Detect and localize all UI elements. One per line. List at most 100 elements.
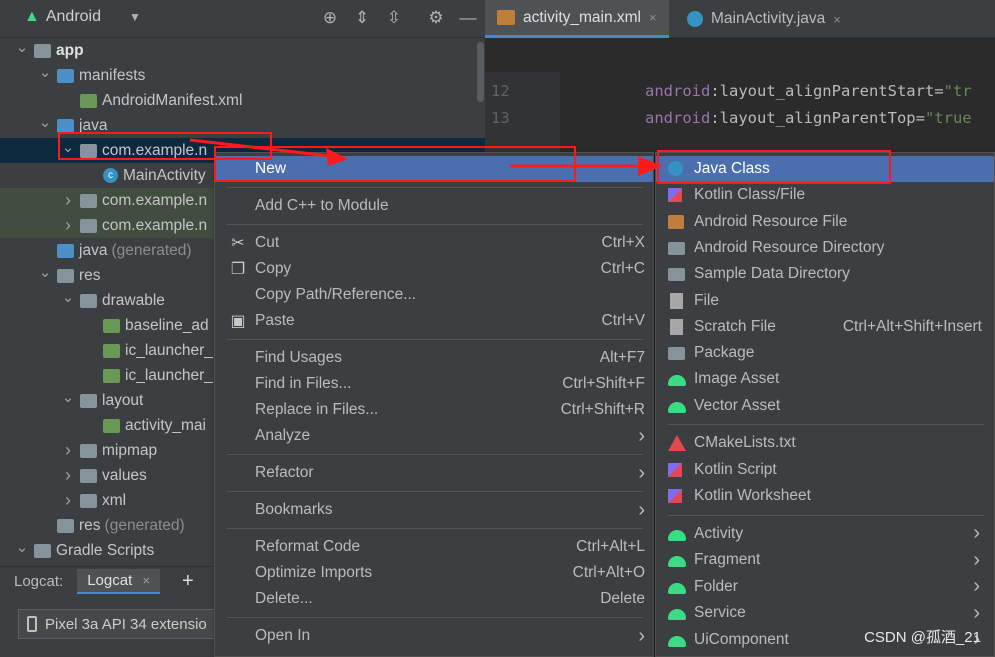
package-icon — [80, 218, 97, 233]
android-icon — [668, 582, 686, 594]
menu-item-add-c-to-module[interactable]: Add C++ to Module — [215, 193, 653, 219]
submenu-item-android-resource-file[interactable]: Android Resource File — [656, 209, 994, 235]
close-icon[interactable]: × — [649, 10, 657, 25]
menu-item-label: Optimize Imports — [255, 564, 373, 581]
submenu-item-activity[interactable]: Activity › — [656, 521, 994, 547]
menu-separator — [227, 491, 643, 492]
submenu-item-kotlin-worksheet[interactable]: Kotlin Worksheet — [656, 483, 994, 509]
chevron-down-icon[interactable]: ▼ — [129, 10, 141, 24]
folder-icon — [80, 493, 97, 508]
close-icon[interactable]: × — [833, 12, 841, 27]
menu-item-find-in-files[interactable]: Find in Files... Ctrl+Shift+F — [215, 371, 653, 397]
gear-icon[interactable]: ⚙ — [426, 8, 446, 28]
menu-item-find-usages[interactable]: Find Usages Alt+F7 — [215, 345, 653, 371]
tree-item[interactable]: ⌄ app — [0, 38, 485, 63]
submenu-item-android-resource-directory[interactable]: Android Resource Directory — [656, 235, 994, 261]
chevron-down-icon[interactable]: ⌄ — [14, 538, 30, 556]
crosshair-icon[interactable]: ⊕ — [320, 8, 340, 28]
device-select[interactable]: Pixel 3a API 34 extensio — [18, 609, 228, 639]
submenu-item-label: Vector Asset — [694, 396, 781, 414]
menu-item-label: Bookmarks — [255, 501, 333, 518]
submenu-item-vector-asset[interactable]: Vector Asset — [656, 393, 994, 419]
menu-item-open-in[interactable]: Open In › — [215, 623, 653, 649]
menu-item-copy-path-reference[interactable]: Copy Path/Reference... — [215, 282, 653, 308]
collapse-icon[interactable]: ⇳ — [384, 8, 404, 28]
menu-separator — [227, 224, 643, 225]
tree-item-label: Gradle Scripts — [56, 541, 155, 559]
kotlin-icon — [668, 188, 682, 203]
submenu-item-label: UiComponent — [694, 630, 789, 648]
project-view-selector[interactable]: ▲ Android ▼ — [24, 8, 141, 26]
expand-icon[interactable]: ⇕ — [352, 8, 372, 28]
annotation-box-new — [214, 146, 576, 182]
code-line[interactable]: 12 android:layout_alignParentStart="tr — [485, 82, 995, 109]
tree-item-suffix: (generated) — [104, 516, 185, 534]
menu-item-refactor[interactable]: Refactor › — [215, 460, 653, 486]
menu-item-paste[interactable]: ▣ Paste Ctrl+V — [215, 308, 653, 334]
submenu-item-kotlin-class-file[interactable]: Kotlin Class/File — [656, 182, 994, 208]
submenu-item-kotlin-script[interactable]: Kotlin Script — [656, 457, 994, 483]
chevron-down-icon[interactable]: ⌄ — [60, 388, 76, 406]
submenu-item-image-asset[interactable]: Image Asset — [656, 366, 994, 392]
android-icon — [668, 556, 686, 567]
submenu-item-label: Kotlin Class/File — [694, 186, 806, 204]
chevron-down-icon[interactable]: ⌄ — [60, 288, 76, 306]
folder-icon — [80, 393, 97, 408]
chevron-right-icon[interactable]: › — [60, 215, 76, 236]
chevron-down-icon[interactable]: ⌄ — [37, 113, 53, 131]
tree-item-label: manifests — [79, 66, 146, 84]
menu-item-bookmarks[interactable]: Bookmarks › — [215, 497, 653, 523]
menu-item-delete[interactable]: Delete... Delete — [215, 586, 653, 612]
add-tab-button[interactable]: + — [182, 570, 194, 593]
submenu-item-file[interactable]: File — [656, 288, 994, 314]
minimize-icon[interactable]: — — [458, 8, 478, 28]
submenu-item-shortcut: Ctrl+Alt+Shift+Insert — [842, 317, 982, 335]
tab-activity-main-xml[interactable]: activity_main.xml × — [485, 0, 669, 38]
chevron-right-icon[interactable]: › — [60, 190, 76, 211]
submenu-item-service[interactable]: Service › — [656, 600, 994, 626]
menu-item-replace-in-files[interactable]: Replace in Files... Ctrl+Shift+R — [215, 397, 653, 423]
submenu-item-scratch-file[interactable]: Scratch File Ctrl+Alt+Shift+Insert — [656, 314, 994, 340]
chevron-right-icon[interactable]: › — [60, 440, 76, 461]
chevron-down-icon[interactable]: ⌄ — [37, 63, 53, 81]
file-icon — [670, 292, 683, 309]
chevron-right-icon[interactable]: › — [60, 465, 76, 486]
attr-value: "tr — [943, 82, 972, 100]
menu-separator — [227, 454, 643, 455]
submenu-item-label: File — [694, 291, 719, 309]
tree-item-suffix: (generated) — [111, 241, 192, 259]
code-line[interactable]: 13 android:layout_alignParentTop="true — [485, 109, 995, 136]
copy-icon: ❐ — [230, 261, 246, 278]
menu-item-cut[interactable]: ✂ Cut Ctrl+X — [215, 230, 653, 256]
submenu-item-label: Kotlin Worksheet — [694, 487, 811, 504]
submenu-item-folder[interactable]: Folder › — [656, 574, 994, 600]
package-icon — [80, 193, 97, 208]
tree-item-label: activity_mai — [125, 416, 206, 434]
submenu-item-cmakelists-txt[interactable]: CMakeLists.txt — [656, 430, 994, 456]
watermark: CSDN @孤酒_21 — [864, 629, 981, 646]
logcat-tab[interactable]: Logcat × — [77, 569, 161, 594]
submenu-item-label: Android Resource File — [694, 212, 848, 230]
chevron-down-icon[interactable]: ⌄ — [37, 263, 53, 281]
tree-scrollbar[interactable] — [477, 42, 484, 102]
tab-main-activity-java[interactable]: MainActivity.java × — [675, 0, 853, 38]
folder-icon — [80, 468, 97, 483]
menu-item-analyze[interactable]: Analyze › — [215, 423, 653, 449]
tree-item[interactable]: ⌄ manifests — [0, 63, 485, 88]
menu-item-optimize-imports[interactable]: Optimize Imports Ctrl+Alt+O — [215, 560, 653, 586]
chevron-right-icon: › — [973, 575, 980, 597]
submenu-item-fragment[interactable]: Fragment › — [656, 547, 994, 573]
chevron-right-icon[interactable]: › — [60, 490, 76, 511]
java-class-icon: c — [103, 168, 118, 183]
menu-item-copy[interactable]: ❐ Copy Ctrl+C — [215, 256, 653, 282]
tree-item-label: AndroidManifest.xml — [102, 91, 243, 109]
tree-item[interactable]: AndroidManifest.xml — [0, 88, 485, 113]
submenu-item-sample-data-directory[interactable]: Sample Data Directory — [656, 261, 994, 287]
menu-item-reformat-code[interactable]: Reformat Code Ctrl+Alt+L — [215, 534, 653, 560]
tree-item-label: app — [56, 41, 84, 59]
chevron-down-icon[interactable]: ⌄ — [14, 38, 30, 56]
submenu-item-package[interactable]: Package — [656, 340, 994, 366]
line-number: 13 — [491, 109, 510, 127]
submenu-item-label: Image Asset — [694, 370, 780, 388]
close-icon[interactable]: × — [142, 573, 150, 588]
